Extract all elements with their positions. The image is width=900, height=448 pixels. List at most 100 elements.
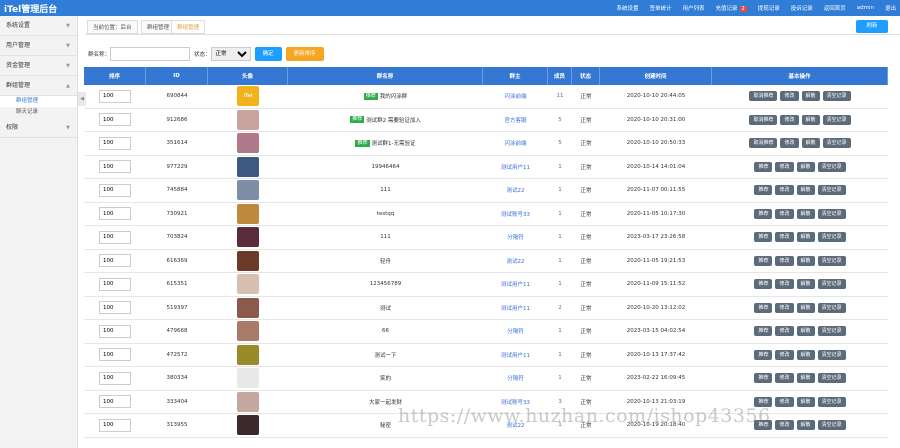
edit-button[interactable]: 修改 — [775, 208, 794, 219]
recommend-button[interactable]: 推荐 — [754, 232, 773, 243]
topnav-item[interactable]: admin — [857, 5, 874, 11]
refresh-button[interactable]: 刷新 — [856, 20, 888, 33]
topnav-item[interactable]: 退出 — [885, 4, 896, 12]
sort-input[interactable] — [99, 301, 131, 315]
topnav-item[interactable]: 提现记录 — [758, 4, 780, 12]
sidebar-item-groups[interactable]: 群组管理 ▲ — [0, 76, 77, 96]
topnav-item[interactable]: 用户列表 — [682, 4, 704, 12]
status-select[interactable]: 正常 — [210, 46, 251, 61]
topnav-item[interactable]: 签单统计 — [649, 4, 671, 12]
sort-input[interactable] — [99, 136, 131, 150]
sort-input[interactable] — [99, 277, 131, 291]
dissolve-button[interactable]: 解散 — [796, 255, 815, 266]
owner-link[interactable]: 闪涂前端 — [504, 92, 526, 100]
owner-link[interactable]: 分隔符 — [507, 327, 524, 335]
sort-input[interactable] — [99, 254, 131, 268]
owner-link[interactable]: 测试用户11 — [501, 280, 530, 288]
edit-button[interactable]: 修改 — [775, 420, 794, 431]
dissolve-button[interactable]: 解散 — [796, 420, 815, 431]
sort-input[interactable] — [99, 371, 131, 385]
sidebar-subitem-group-manage[interactable]: 群组管理 — [0, 96, 77, 107]
recommend-button[interactable]: 推荐 — [754, 302, 773, 313]
owner-link[interactable]: 测试账号33 — [501, 210, 530, 218]
dissolve-button[interactable]: 解散 — [796, 185, 815, 196]
owner-link[interactable]: 分隔符 — [507, 374, 524, 382]
edit-button[interactable]: 修改 — [780, 114, 799, 125]
sort-input[interactable] — [99, 89, 131, 103]
clear-records-button[interactable]: 清空记录 — [822, 138, 851, 149]
sidebar-subitem-chat-log[interactable]: 聊天记录 — [0, 107, 77, 118]
clear-records-button[interactable]: 清空记录 — [817, 255, 846, 266]
clear-records-button[interactable]: 清空记录 — [822, 114, 851, 125]
update-sort-button[interactable]: 更新排序 — [285, 46, 324, 61]
recommend-button[interactable]: 取消推荐 — [749, 91, 778, 102]
edit-button[interactable]: 修改 — [775, 349, 794, 360]
edit-button[interactable]: 修改 — [775, 396, 794, 407]
dissolve-button[interactable]: 解散 — [796, 373, 815, 384]
edit-button[interactable]: 修改 — [780, 91, 799, 102]
sort-input[interactable] — [99, 395, 131, 409]
sort-input[interactable] — [99, 418, 131, 432]
dissolve-button[interactable]: 解散 — [801, 91, 820, 102]
edit-button[interactable]: 修改 — [775, 279, 794, 290]
recommend-button[interactable]: 推荐 — [754, 185, 773, 196]
edit-button[interactable]: 修改 — [775, 255, 794, 266]
recommend-button[interactable]: 推荐 — [754, 255, 773, 266]
clear-records-button[interactable]: 清空记录 — [817, 420, 846, 431]
clear-records-button[interactable]: 清空记录 — [817, 373, 846, 384]
group-name-input[interactable] — [110, 46, 191, 61]
edit-button[interactable]: 修改 — [775, 161, 794, 172]
tab-group-manage[interactable]: 群组管理 — [141, 20, 176, 34]
owner-link[interactable]: 分隔符 — [507, 233, 524, 241]
clear-records-button[interactable]: 清空记录 — [817, 349, 846, 360]
sort-input[interactable] — [99, 230, 131, 244]
recommend-button[interactable]: 推荐 — [754, 349, 773, 360]
owner-link[interactable]: 闪涂前端 — [504, 139, 526, 147]
members-link[interactable]: 1 — [558, 375, 562, 381]
sort-input[interactable] — [99, 113, 131, 127]
edit-button[interactable]: 修改 — [775, 232, 794, 243]
clear-records-button[interactable]: 清空记录 — [817, 279, 846, 290]
members-link[interactable]: 2 — [558, 305, 562, 311]
dissolve-button[interactable]: 解散 — [796, 161, 815, 172]
sidebar-item-funds[interactable]: 资金管理 ▼ — [0, 56, 77, 76]
recommend-button[interactable]: 推荐 — [754, 326, 773, 337]
members-link[interactable]: 1 — [558, 258, 562, 264]
sort-input[interactable] — [99, 348, 131, 362]
edit-button[interactable]: 修改 — [775, 302, 794, 313]
edit-button[interactable]: 修改 — [775, 373, 794, 384]
members-link[interactable]: 1 — [558, 281, 562, 287]
members-link[interactable]: 5 — [558, 117, 562, 123]
clear-records-button[interactable]: 清空记录 — [817, 208, 846, 219]
recommend-button[interactable]: 推荐 — [754, 279, 773, 290]
topnav-item[interactable]: 投诉记录 — [791, 4, 813, 12]
sort-input[interactable] — [99, 324, 131, 338]
dissolve-button[interactable]: 解散 — [801, 114, 820, 125]
members-link[interactable]: 11 — [557, 93, 564, 99]
owner-link[interactable]: 官方客服 — [504, 116, 526, 124]
clear-records-button[interactable]: 清空记录 — [817, 302, 846, 313]
owner-link[interactable]: 测试22 — [507, 257, 525, 265]
recommend-button[interactable]: 取消推荐 — [749, 138, 778, 149]
dissolve-button[interactable]: 解散 — [796, 349, 815, 360]
owner-link[interactable]: 测试用户11 — [501, 351, 530, 359]
members-link[interactable]: 1 — [558, 234, 562, 240]
recommend-button[interactable]: 推荐 — [754, 208, 773, 219]
dissolve-button[interactable]: 解散 — [801, 138, 820, 149]
dissolve-button[interactable]: 解散 — [796, 396, 815, 407]
sort-input[interactable] — [99, 160, 131, 174]
owner-link[interactable]: 测试用户11 — [501, 304, 530, 312]
sort-input[interactable] — [99, 183, 131, 197]
dissolve-button[interactable]: 解散 — [796, 279, 815, 290]
members-link[interactable]: 3 — [558, 399, 562, 405]
clear-records-button[interactable]: 清空记录 — [817, 161, 846, 172]
edit-button[interactable]: 修改 — [775, 185, 794, 196]
members-link[interactable]: 1 — [558, 328, 562, 334]
dissolve-button[interactable]: 解散 — [796, 302, 815, 313]
clear-records-button[interactable]: 清空记录 — [817, 232, 846, 243]
dissolve-button[interactable]: 解散 — [796, 208, 815, 219]
tab-group-manage-active[interactable]: 群组管理 — [171, 20, 206, 34]
members-link[interactable]: 1 — [558, 211, 562, 217]
members-link[interactable]: 1 — [558, 187, 562, 193]
sidebar-item-system[interactable]: 系统设置 ▼ — [0, 16, 77, 36]
